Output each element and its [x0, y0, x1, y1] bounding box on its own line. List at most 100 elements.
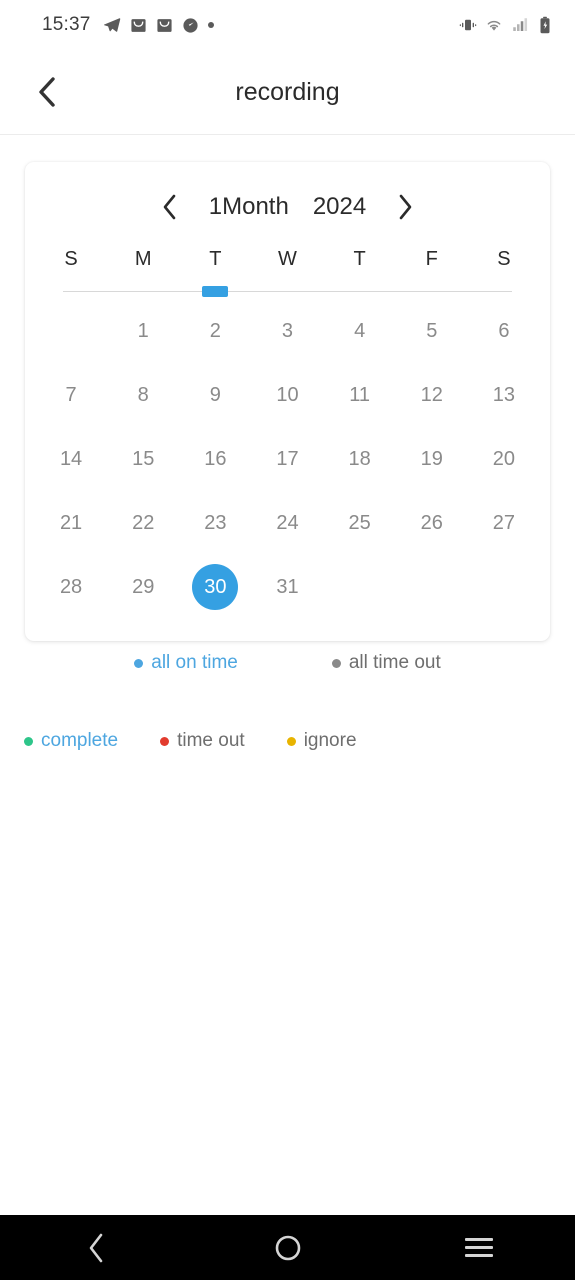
phone-screen: 15:37 recording 1Month 2024 S M T W T F … [0, 0, 575, 1280]
calendar-day-cell[interactable]: 10 [251, 363, 323, 427]
calendar-day-cell[interactable]: 1 [107, 299, 179, 363]
nav-home-button[interactable] [192, 1234, 384, 1262]
signal-icon [511, 16, 529, 34]
circle-icon [275, 1235, 300, 1260]
calendar-header: 1Month 2024 [25, 162, 550, 242]
calendar-day-cell[interactable]: 31 [251, 555, 323, 619]
calendar-day-cell[interactable]: 29 [107, 555, 179, 619]
status-time: 15:37 [42, 14, 91, 35]
calendar-day-cell[interactable]: 7 [35, 363, 107, 427]
legend-item[interactable]: ignore [286, 730, 357, 752]
calendar-day-cell[interactable]: 17 [251, 427, 323, 491]
nav-recents-button[interactable] [383, 1238, 575, 1257]
mail-icon [156, 17, 173, 34]
calendar-day-selected[interactable]: 30 [179, 555, 251, 619]
calendar-day-label: 15 [132, 447, 155, 470]
calendar-day-label: 24 [276, 511, 299, 534]
calendar-month-label[interactable]: 1Month [209, 193, 289, 221]
calendar-day-cell[interactable]: 6 [468, 299, 540, 363]
legend-item[interactable]: all on time [134, 652, 238, 674]
calendar-day-cell[interactable]: 8 [107, 363, 179, 427]
chevron-right-icon [399, 194, 412, 220]
nav-back-button[interactable] [0, 1231, 192, 1265]
calendar-day-cell[interactable]: 9 [179, 363, 251, 427]
calendar-day-label: 14 [59, 447, 83, 470]
calendar-day-label [337, 564, 383, 610]
calendar-day-label: 10 [276, 383, 299, 406]
calendar-day-cell[interactable]: 3 [251, 299, 323, 363]
legend-item[interactable]: all time out [331, 652, 441, 674]
calendar-week-row: 28 29 30 31 [35, 555, 540, 619]
calendar-day-label [409, 564, 455, 610]
app-bar: recording [0, 50, 575, 135]
calendar-day-cell[interactable]: 24 [251, 491, 323, 555]
calendar-day-cell[interactable]: 28 [35, 555, 107, 619]
calendar-day-cell[interactable]: 18 [324, 427, 396, 491]
calendar-day-cell[interactable]: 5 [396, 299, 468, 363]
calendar-day-cell[interactable]: 20 [468, 427, 540, 491]
calendar-day-cell[interactable]: 23 [179, 491, 251, 555]
calendar-day-label: 5 [426, 319, 438, 342]
calendar-day-label: 1 [137, 319, 149, 342]
legend-label: all on time [151, 652, 238, 673]
calendar-day-label: 13 [492, 383, 516, 406]
legend-dot-icon [24, 736, 33, 746]
calendar-day-cell[interactable]: 21 [35, 491, 107, 555]
calendar-week-row: 7 8 9 10 11 12 13 [35, 363, 540, 427]
calendar-day-cell[interactable]: 22 [107, 491, 179, 555]
calendar-day-label: 2 [209, 319, 221, 342]
calendar-day-label: 23 [204, 511, 227, 534]
calendar-day-label: 11 [349, 383, 370, 406]
calendar-day-label: 7 [65, 383, 77, 406]
prev-month-button[interactable] [153, 190, 187, 224]
hamburger-icon [465, 1238, 494, 1257]
calendar-day-cell[interactable]: 2 [179, 299, 251, 363]
legend-dot-icon [331, 658, 341, 668]
calendar-day-cell[interactable]: 26 [396, 491, 468, 555]
calendar-day-cell[interactable]: 27 [468, 491, 540, 555]
calendar-day-cell[interactable]: 16 [179, 427, 251, 491]
weekday-label: S [497, 248, 511, 270]
calendar-day-label: 27 [492, 511, 516, 534]
calendar-day-label: 19 [420, 447, 443, 470]
calendar-day-cell[interactable]: 13 [468, 363, 540, 427]
battery-charging-icon [537, 16, 553, 34]
wifi-icon [485, 16, 503, 34]
legend-item[interactable]: complete [24, 730, 118, 752]
calendar-day-cell[interactable]: 14 [35, 427, 107, 491]
calendar-day-cell[interactable]: 4 [324, 299, 396, 363]
calendar-day-cell[interactable]: 11 [324, 363, 396, 427]
weekday-label: T [353, 248, 366, 270]
status-bar: 15:37 [0, 0, 575, 50]
legend-dot-icon [134, 658, 144, 668]
calendar-day-label: 9 [209, 383, 221, 406]
calendar-day-cell[interactable]: 12 [396, 363, 468, 427]
weekday-header-row: SMTWTFS [25, 242, 550, 285]
calendar-day-label: 22 [132, 511, 155, 534]
calendar-day-empty [396, 555, 468, 619]
calendar-day-label: 21 [59, 511, 83, 534]
calendar-day-label: 12 [420, 383, 443, 406]
weekday-label: S [64, 248, 78, 270]
calendar-card: 1Month 2024 SMTWTFS 1 2 3 4 5 6 7 8 9 10 11 12 13 14 1… [25, 162, 550, 641]
back-button[interactable] [28, 73, 66, 111]
calendar-day-cell[interactable]: 19 [396, 427, 468, 491]
chevron-left-icon [39, 77, 55, 107]
calendar-day-label: 6 [498, 319, 510, 342]
status-bar-right [459, 16, 553, 34]
legend-item[interactable]: time out [160, 730, 245, 752]
calendar-day-empty [468, 555, 540, 619]
calendar-day-label: 18 [348, 447, 371, 470]
selected-column-indicator [202, 286, 229, 297]
calendar-day-label: 25 [348, 511, 371, 534]
weekday-label: T [209, 248, 222, 270]
calendar-day-label: 28 [59, 575, 83, 598]
calendar-day-label: 17 [276, 447, 299, 470]
calendar-day-cell[interactable]: 25 [324, 491, 396, 555]
next-month-button[interactable] [388, 190, 422, 224]
clock-icon [182, 17, 199, 34]
calendar-year-label[interactable]: 2024 [313, 193, 366, 221]
mail-icon [130, 17, 147, 34]
divider-line [63, 291, 512, 292]
calendar-day-cell[interactable]: 15 [107, 427, 179, 491]
